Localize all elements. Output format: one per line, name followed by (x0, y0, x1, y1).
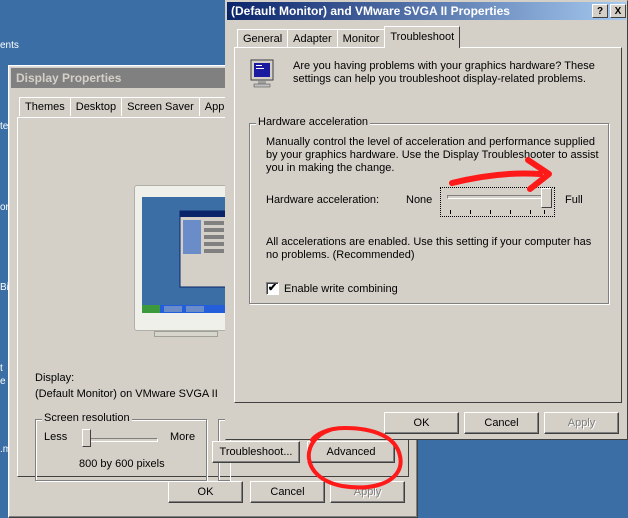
ok-button-label: OK (413, 417, 430, 429)
advanced-button-label: Advanced (326, 446, 376, 458)
display-properties-tabs: Themes Desktop Screen Saver App (19, 97, 231, 116)
tab-general[interactable]: General (237, 29, 289, 48)
hardware-acceleration-group: Hardware acceleration Manually control t… (249, 116, 609, 304)
troubleshoot-intro: Are you having problems with your graphi… (293, 60, 595, 85)
slider-tick (470, 210, 471, 214)
window-title: (Default Monitor) and VMware SVGA II Pro… (231, 4, 510, 18)
cancel-button-label: Cancel (484, 417, 519, 429)
advanced-properties-window: (Default Monitor) and VMware SVGA II Pro… (225, 0, 628, 440)
resolution-less-label: Less (44, 431, 68, 443)
help-glyph: ? (596, 5, 604, 17)
resolution-more-label: More (170, 431, 196, 443)
resolution-slider-thumb[interactable] (82, 429, 91, 447)
monitor-stand (154, 331, 218, 337)
acceleration-slider-track[interactable] (447, 195, 547, 199)
monitor-preview (134, 185, 238, 337)
troubleshoot-tab-panel: Are you having problems with your graphi… (234, 47, 622, 403)
resolution-slider-track[interactable] (82, 438, 158, 442)
close-icon[interactable]: X (610, 4, 626, 18)
slider-tick (530, 210, 531, 214)
advanced-tabs: General Adapter Monitor Troubleshoot (237, 26, 461, 48)
hardware-acceleration-description: Manually control the level of accelerati… (266, 136, 599, 174)
screen-resolution-group: Screen resolution Less More 800 by 600 p… (35, 412, 207, 481)
slider-tick (490, 210, 491, 214)
help-icon[interactable]: ? (592, 4, 608, 18)
apply-button-label: Apply (353, 486, 382, 498)
slider-tick (544, 210, 545, 214)
window-title: Display Properties (16, 71, 122, 85)
checkmark-icon: ✔ (267, 282, 278, 294)
advanced-cancel-button[interactable]: Cancel (464, 412, 539, 434)
screen-resolution-title: Screen resolution (42, 412, 132, 424)
slider-min-label: None (406, 194, 433, 206)
tab-desktop[interactable]: Desktop (69, 97, 123, 116)
slider-tick (510, 210, 511, 214)
acceleration-status: All accelerations are enabled. Use this … (266, 236, 592, 261)
acceleration-slider[interactable] (440, 187, 555, 217)
advanced-ok-button[interactable]: OK (384, 412, 459, 434)
acceleration-slider-thumb[interactable] (541, 188, 552, 208)
close-glyph: X (614, 5, 622, 17)
troubleshoot-button[interactable]: Troubleshoot... (212, 441, 300, 463)
hardware-acceleration-label: Hardware acceleration: (266, 194, 380, 206)
apply-button-label: Apply (567, 417, 596, 429)
preview-screen-image (142, 197, 230, 313)
cancel-button-label: Cancel (270, 486, 305, 498)
tab-adapter[interactable]: Adapter (287, 29, 338, 48)
display-cancel-button[interactable]: Cancel (250, 481, 325, 503)
desktop-icon-label[interactable]: ents (0, 40, 19, 51)
tab-themes[interactable]: Themes (19, 97, 71, 116)
display-value: (Default Monitor) on VMware SVGA II (35, 388, 218, 400)
tab-screen-saver[interactable]: Screen Saver (121, 97, 200, 116)
resolution-value: 800 by 600 pixels (79, 458, 165, 470)
tab-monitor[interactable]: Monitor (336, 29, 386, 48)
advanced-apply-button[interactable]: Apply (544, 412, 619, 434)
desktop-icon-label[interactable]: t (0, 363, 3, 374)
write-combining-label[interactable]: Enable write combining (284, 283, 398, 295)
tab-troubleshoot[interactable]: Troubleshoot (384, 26, 461, 48)
display-apply-button[interactable]: Apply (330, 481, 405, 503)
advanced-properties-titlebar[interactable]: (Default Monitor) and VMware SVGA II Pro… (227, 2, 626, 20)
slider-max-label: Full (565, 194, 583, 206)
slider-tick (450, 210, 451, 214)
monitor-screen (142, 197, 230, 313)
display-ok-button[interactable]: OK (168, 481, 243, 503)
write-combining-checkbox[interactable]: ✔ (266, 282, 279, 295)
ok-button-label: OK (197, 486, 214, 498)
troubleshoot-button-label: Troubleshoot... (219, 446, 293, 458)
hardware-acceleration-title: Hardware acceleration (256, 116, 371, 128)
monitor-icon (250, 59, 274, 88)
advanced-button[interactable]: Advanced (307, 441, 395, 463)
desktop-icon-label[interactable]: e (0, 376, 6, 387)
display-label: Display: (35, 372, 75, 384)
